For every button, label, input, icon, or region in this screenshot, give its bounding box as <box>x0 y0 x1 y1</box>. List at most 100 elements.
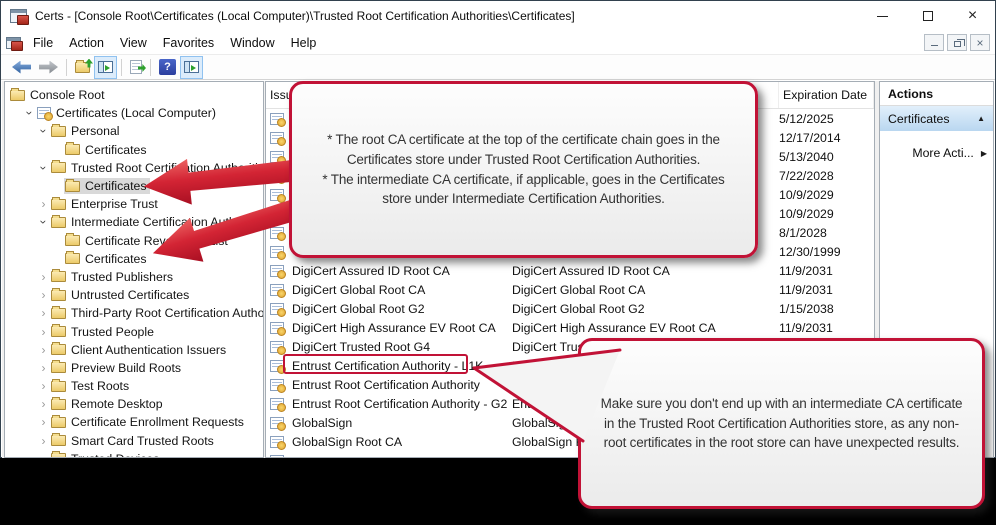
cell-expiration-date: 11/9/2031 <box>779 321 874 335</box>
cell-expiration-date: 1/15/2038 <box>779 302 874 316</box>
certificate-icon-cell <box>266 265 292 277</box>
folder-icon <box>51 326 66 337</box>
column-header-expiration-date[interactable]: Expiration Date <box>779 82 874 108</box>
actions-group-certificates[interactable]: Certificates ▲ <box>880 106 993 131</box>
menu-view[interactable]: View <box>112 36 155 50</box>
tree-label-wrap: Console Root <box>9 87 108 103</box>
tree-item-certificates[interactable]: Certificates <box>5 250 263 268</box>
chevron-collapsed-icon[interactable]: › <box>37 271 50 283</box>
chevron-collapsed-icon[interactable]: › <box>37 362 50 374</box>
action-pane-toggle-icon <box>184 61 199 73</box>
chevron-right-icon: ▶ <box>981 149 987 158</box>
folder-icon <box>51 217 66 228</box>
tree-item-personal[interactable]: › Personal <box>5 122 263 140</box>
chevron-collapsed-icon[interactable]: › <box>37 307 50 319</box>
tree-item-trusted-devices[interactable]: › Trusted Devices <box>5 450 263 458</box>
certificate-store-icon <box>37 107 51 119</box>
tree-item-test-roots[interactable]: ›Test Roots <box>5 377 263 395</box>
toolbar-help-button[interactable]: ? <box>155 56 180 79</box>
chevron-collapsed-icon[interactable]: › <box>37 398 50 410</box>
folder-icon <box>51 435 66 446</box>
certificate-icon-cell <box>266 322 292 334</box>
certificate-icon <box>270 341 284 353</box>
chevron-expanded-icon[interactable]: › <box>24 107 36 120</box>
tree-item-remote-desktop[interactable]: ›Remote Desktop <box>5 395 263 413</box>
chevron-collapsed-icon[interactable]: › <box>37 326 50 338</box>
cell-issued-to: DigiCert Global Root CA <box>292 283 512 297</box>
chevron-collapsed-icon[interactable]: › <box>37 289 50 301</box>
chevron-collapsed-icon[interactable]: › <box>37 453 50 458</box>
tree-item-label: Client Authentication Issuers <box>71 343 226 357</box>
tree-item-untrusted-certificates[interactable]: › Untrusted Certificates <box>5 286 263 304</box>
cell-expiration-date: 8/1/2028 <box>779 226 874 240</box>
list-row-digicert-assured-id-root-ca[interactable]: DigiCert Assured ID Root CADigiCert Assu… <box>266 261 874 280</box>
chevron-collapsed-icon[interactable]: › <box>37 198 50 210</box>
tree-label-wrap: Certificates (Local Computer) <box>36 105 219 121</box>
certificate-icon-cell <box>266 246 292 258</box>
chevron-expanded-icon[interactable]: › <box>38 216 50 229</box>
tree-item-enterprise-trust[interactable]: ›Enterprise Trust <box>5 195 263 213</box>
toolbar-forward-button[interactable] <box>35 56 62 79</box>
toolbar-up-one-level-button[interactable] <box>71 56 94 79</box>
folder-icon <box>10 90 25 101</box>
tree-label-wrap: Remote Desktop <box>50 396 166 412</box>
chevron-collapsed-icon[interactable]: › <box>37 435 50 447</box>
menu-help[interactable]: Help <box>283 36 325 50</box>
close-button[interactable]: × <box>950 1 995 31</box>
certificate-icon <box>270 227 284 239</box>
minimize-button[interactable] <box>860 1 905 31</box>
chevron-collapsed-icon[interactable]: › <box>37 416 50 428</box>
toolbar: ? <box>1 55 995 80</box>
menu-action[interactable]: Action <box>61 36 112 50</box>
tree-item-label: Certificates (Local Computer) <box>56 106 216 120</box>
tree-item-console-root[interactable]: Console Root <box>5 86 263 104</box>
tree-item-trusted-people[interactable]: › Trusted People <box>5 322 263 340</box>
chevron-collapsed-icon[interactable]: › <box>37 344 50 356</box>
menu-favorites[interactable]: Favorites <box>155 36 222 50</box>
tree-item-label: Untrusted Certificates <box>71 288 189 302</box>
tree-item-certificates[interactable]: Certificates <box>5 141 263 159</box>
tree-item-preview-build-roots[interactable]: ›Preview Build Roots <box>5 359 263 377</box>
mdi-minimize-button[interactable] <box>924 34 944 51</box>
tree-item-smart-card-trusted-roots[interactable]: ›Smart Card Trusted Roots <box>5 432 263 450</box>
folder-icon <box>51 399 66 410</box>
tree-item-client-authentication-issuers[interactable]: › Client Authentication Issuers <box>5 341 263 359</box>
tree-item-trusted-publishers[interactable]: ›Trusted Publishers <box>5 268 263 286</box>
tree-item-label: Trusted People <box>71 325 154 339</box>
cell-issued-to: Entrust Root Certification Authority - G… <box>292 397 512 411</box>
folder-icon <box>51 417 66 428</box>
chevron-expanded-icon[interactable]: › <box>38 125 50 138</box>
list-row-digicert-high-assurance-ev-root-ca[interactable]: DigiCert High Assurance EV Root CADigiCe… <box>266 318 874 337</box>
tree-label-wrap: Test Roots <box>50 378 132 394</box>
tree-item-label: Trusted Devices <box>71 452 159 458</box>
menu-window[interactable]: Window <box>222 36 282 50</box>
certificate-icon-cell <box>266 417 292 429</box>
mdi-restore-icon <box>954 41 961 47</box>
mdi-restore-button[interactable] <box>947 34 967 51</box>
collapse-icon[interactable]: ▲ <box>977 114 985 123</box>
more-actions-item[interactable]: More Acti... ▶ <box>880 146 993 160</box>
toolbar-action-pane-toggle-button[interactable] <box>180 56 203 79</box>
cell-expiration-date: 5/13/2040 <box>779 150 874 164</box>
tree-item-third-party-root-certification-authorities[interactable]: ›Third-Party Root Certification Authorit… <box>5 304 263 322</box>
console-tree-pane[interactable]: Console Root › Certificates (Local Compute… <box>4 81 264 458</box>
toolbar-export-list-button[interactable] <box>126 56 146 79</box>
tree-item-certificates-local-computer[interactable]: › Certificates (Local Computer) <box>5 104 263 122</box>
chevron-expanded-icon[interactable]: › <box>38 161 50 174</box>
mdi-close-button[interactable]: × <box>970 34 990 51</box>
chevron-collapsed-icon[interactable]: › <box>37 380 50 392</box>
folder-icon <box>65 235 80 246</box>
toolbar-console-tree-toggle-button[interactable] <box>94 56 117 79</box>
tree-item-label: Personal <box>71 124 120 138</box>
maximize-button[interactable] <box>905 1 950 31</box>
mdi-minimize-icon <box>931 45 938 46</box>
menu-file[interactable]: File <box>25 36 61 50</box>
list-row-digicert-global-root-g2[interactable]: DigiCert Global Root G2DigiCert Global R… <box>266 299 874 318</box>
export-list-icon <box>130 60 142 74</box>
callout1-bullet2: * The intermediate CA certificate, if ap… <box>308 170 739 209</box>
callout-warning-intermediate-in-root: Make sure you don't end up with an inter… <box>578 338 985 509</box>
tree-item-certificate-enrollment-requests[interactable]: ›Certificate Enrollment Requests <box>5 413 263 431</box>
certificate-icon <box>270 132 284 144</box>
list-row-digicert-global-root-ca[interactable]: DigiCert Global Root CADigiCert Global R… <box>266 280 874 299</box>
toolbar-back-button[interactable] <box>8 56 35 79</box>
